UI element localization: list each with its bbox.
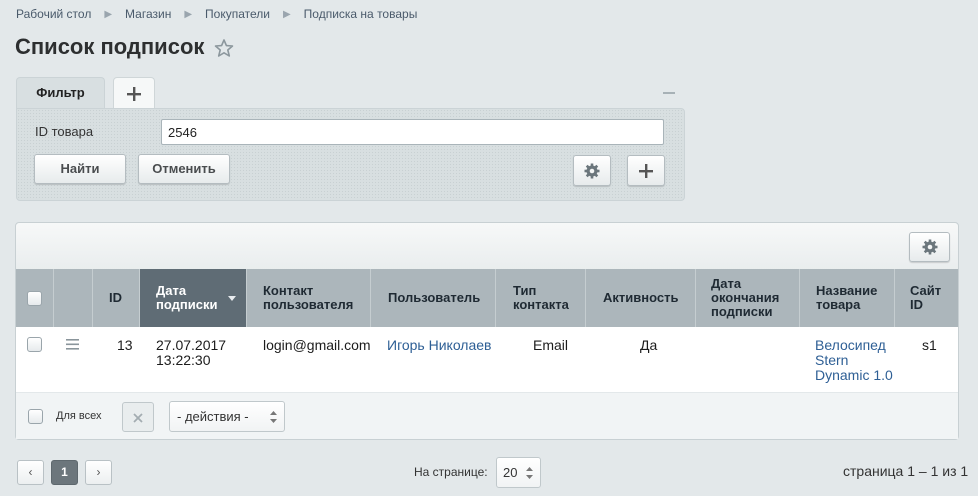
header-contact[interactable]: Контакт пользователя xyxy=(247,269,371,327)
page-info: страница 1 – 1 из 1 xyxy=(843,463,969,479)
header-active[interactable]: Активность xyxy=(586,269,696,327)
actions-select-value: - действия - xyxy=(177,409,249,424)
updown-icon xyxy=(270,411,277,423)
grid-toolbar xyxy=(16,223,958,270)
header-actions-cell xyxy=(54,269,93,327)
breadcrumb-separator-icon: ▶ xyxy=(282,8,291,20)
header-user[interactable]: Пользователь xyxy=(371,269,496,327)
delete-button[interactable] xyxy=(122,402,154,432)
close-icon xyxy=(133,413,143,423)
cell-active: Да xyxy=(640,337,658,353)
table-header-row: ID Дата подписки Контакт пользователя По… xyxy=(16,269,958,327)
next-page-button[interactable]: › xyxy=(85,460,112,485)
plus-icon xyxy=(127,87,141,101)
grid-settings-button[interactable] xyxy=(909,232,950,262)
star-icon[interactable] xyxy=(214,38,234,58)
header-date-subscription-label: Дата подписки xyxy=(156,283,218,312)
breadcrumb-separator-icon: ▶ xyxy=(184,8,193,20)
cell-user-link[interactable]: Игорь Николаев xyxy=(387,338,492,353)
breadcrumb-item-shop[interactable]: Магазин xyxy=(125,7,171,21)
plus-icon xyxy=(639,164,653,178)
add-filter-tab-button[interactable] xyxy=(113,77,155,108)
for-all-checkbox[interactable] xyxy=(28,409,43,424)
product-id-input[interactable] xyxy=(161,119,664,145)
table-row[interactable]: 13 27.07.2017 13:22:30 login@gmail.com И… xyxy=(16,327,958,393)
cell-date-subscription: 27.07.2017 13:22:30 xyxy=(156,338,226,368)
actions-select[interactable]: - действия - xyxy=(169,401,285,432)
per-page-select[interactable]: 20 xyxy=(496,457,541,488)
cell-contact: login@gmail.com xyxy=(263,337,371,353)
header-product-name[interactable]: Название товара xyxy=(800,269,895,327)
cell-time: 13:22:30 xyxy=(156,352,211,368)
header-id[interactable]: ID xyxy=(93,269,140,327)
gear-icon xyxy=(922,239,937,255)
page-title: Список подписок xyxy=(15,34,205,59)
header-date-subscription[interactable]: Дата подписки xyxy=(140,269,247,327)
cell-date: 27.07.2017 xyxy=(156,337,227,353)
group-actions-bar xyxy=(16,394,958,439)
menu-icon[interactable] xyxy=(66,339,79,350)
row-checkbox[interactable] xyxy=(27,337,42,352)
sort-down-icon xyxy=(228,296,236,301)
header-date-end[interactable]: Дата окончания подписки xyxy=(696,269,800,327)
find-button[interactable]: Найти xyxy=(34,154,126,184)
add-filter-field-button[interactable] xyxy=(627,155,665,186)
cell-product-link[interactable]: Велосипед Stern Dynamic 1.0 xyxy=(815,338,895,383)
prev-page-button[interactable]: ‹ xyxy=(17,460,44,485)
for-all-label: Для всех xyxy=(56,410,102,422)
per-page-value: 20 xyxy=(503,465,518,480)
breadcrumb-item-customers[interactable]: Покупатели xyxy=(205,7,270,21)
breadcrumb-separator-icon: ▶ xyxy=(104,8,113,20)
updown-icon xyxy=(526,467,533,479)
filter-field-label: ID товара xyxy=(35,124,94,139)
cell-contact-type: Email xyxy=(533,337,569,353)
breadcrumb-item-desktop[interactable]: Рабочий стол xyxy=(16,7,91,21)
gear-icon xyxy=(584,163,600,179)
page-1-button[interactable]: 1 xyxy=(51,460,78,485)
header-checkbox-cell xyxy=(16,269,54,327)
header-contact-type[interactable]: Тип контакта xyxy=(496,269,586,327)
breadcrumb-item-subscriptions[interactable]: Подписка на товары xyxy=(304,7,418,21)
select-all-checkbox[interactable] xyxy=(27,290,42,306)
per-page-label: На странице: xyxy=(414,465,488,479)
cancel-button[interactable]: Отменить xyxy=(138,154,230,184)
cell-id: 13 xyxy=(117,337,133,353)
cell-site-id: s1 xyxy=(922,337,937,353)
header-site-id[interactable]: Сайт ID xyxy=(895,269,958,327)
filter-settings-button[interactable] xyxy=(573,155,611,186)
minus-icon[interactable] xyxy=(663,92,675,94)
tab-filter[interactable]: Фильтр xyxy=(16,77,105,109)
breadcrumb: Рабочий стол ▶ Магазин ▶ Покупатели ▶ По… xyxy=(16,7,417,21)
